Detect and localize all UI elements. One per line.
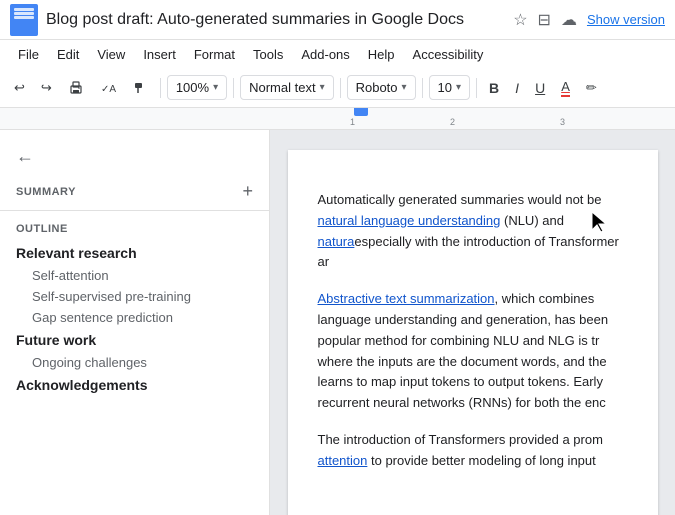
divider-5 — [476, 78, 477, 98]
doc-paragraph-2: Abstractive text summarization, which co… — [318, 289, 628, 414]
font-size-dropdown[interactable]: 10 ▾ — [429, 75, 471, 100]
svg-text:✓A: ✓A — [101, 84, 116, 95]
menu-edit[interactable]: Edit — [49, 44, 87, 65]
outline-item-ongoing-challenges[interactable]: Ongoing challenges — [0, 352, 269, 373]
summary-label: SUMMARY — [16, 186, 76, 198]
divider-4 — [422, 78, 423, 98]
sidebar-summary-row: SUMMARY + — [0, 173, 269, 211]
bold-button[interactable]: B — [483, 76, 505, 100]
sidebar-back-button[interactable]: ← — [0, 140, 269, 173]
doc-link-natura[interactable]: natura — [318, 234, 355, 249]
doc-paragraph-1: Automatically generated summaries would … — [318, 190, 628, 273]
underline-button[interactable]: U — [529, 76, 551, 100]
main-layout: ← SUMMARY + OUTLINE Relevant research Se… — [0, 130, 675, 515]
outline-item-relevant-research[interactable]: Relevant research — [0, 241, 269, 265]
menu-format[interactable]: Format — [186, 44, 243, 65]
ruler-cursor — [354, 108, 368, 116]
font-dropdown[interactable]: Roboto ▾ — [347, 75, 416, 100]
title-bar: Blog post draft: Auto-generated summarie… — [0, 0, 675, 40]
ruler-mark-3: 3 — [560, 108, 565, 129]
outline-item-self-attention[interactable]: Self-attention — [0, 265, 269, 286]
ruler: 1 2 3 — [0, 108, 675, 130]
doc-area: Automatically generated summaries would … — [270, 130, 675, 515]
doc-paragraph-3: The introduction of Transformers provide… — [318, 430, 628, 472]
undo-button[interactable]: ↩ — [8, 76, 31, 100]
redo-button[interactable]: ↪ — [35, 76, 58, 100]
toolbar: ↩ ↪ ✓A 100% ▾ Normal text ▾ Roboto ▾ 10 — [0, 68, 675, 108]
divider-3 — [340, 78, 341, 98]
folder-icon[interactable]: ⊟ — [538, 10, 551, 30]
zoom-chevron: ▾ — [213, 82, 218, 93]
sidebar-add-button[interactable]: + — [242, 181, 253, 202]
print-icon — [68, 80, 84, 96]
italic-button[interactable]: I — [509, 76, 525, 100]
doc-link-abstractive[interactable]: Abstractive text summarization — [318, 291, 495, 306]
menu-addons[interactable]: Add-ons — [293, 44, 357, 65]
menu-insert[interactable]: Insert — [135, 44, 184, 65]
spellcheck-button[interactable]: ✓A — [94, 76, 122, 100]
menu-view[interactable]: View — [89, 44, 133, 65]
doc-icon — [10, 4, 38, 36]
highlight-button[interactable]: ✏ — [580, 76, 603, 100]
doc-link-attention[interactable]: attention — [318, 453, 368, 468]
menu-accessibility[interactable]: Accessibility — [405, 44, 492, 65]
font-color-button[interactable]: A — [555, 75, 576, 101]
menu-bar: File Edit View Insert Format Tools Add-o… — [0, 40, 675, 68]
divider-2 — [233, 78, 234, 98]
show-version-link[interactable]: Show version — [587, 12, 665, 27]
spellcheck-icon: ✓A — [100, 80, 116, 96]
cloud-icon[interactable]: ☁ — [561, 10, 577, 30]
paint-icon — [132, 80, 148, 96]
outline-label: OUTLINE — [0, 211, 269, 241]
text-style-dropdown[interactable]: Normal text ▾ — [240, 75, 334, 100]
outline-item-self-supervised[interactable]: Self-supervised pre-training — [0, 286, 269, 307]
menu-file[interactable]: File — [10, 44, 47, 65]
outline-item-acknowledgements[interactable]: Acknowledgements — [0, 373, 269, 397]
zoom-dropdown[interactable]: 100% ▾ — [167, 75, 227, 100]
outline-item-gap-sentence[interactable]: Gap sentence prediction — [0, 307, 269, 328]
doc-page: Automatically generated summaries would … — [288, 150, 658, 515]
menu-tools[interactable]: Tools — [245, 44, 291, 65]
doc-link-nlu[interactable]: natural language understanding — [318, 213, 501, 228]
star-icon[interactable]: ☆ — [513, 10, 527, 30]
format-paint-button[interactable] — [126, 76, 154, 100]
outline-item-future-work[interactable]: Future work — [0, 328, 269, 352]
title-icons: ☆ ⊟ ☁ Show version — [513, 10, 665, 30]
menu-help[interactable]: Help — [360, 44, 403, 65]
print-button[interactable] — [62, 76, 90, 100]
font-chevron: ▾ — [402, 82, 407, 93]
ruler-mark-2: 2 — [450, 108, 455, 129]
font-size-chevron: ▾ — [456, 82, 461, 93]
divider-1 — [160, 78, 161, 98]
sidebar: ← SUMMARY + OUTLINE Relevant research Se… — [0, 130, 270, 515]
text-style-chevron: ▾ — [320, 82, 325, 93]
doc-title: Blog post draft: Auto-generated summarie… — [46, 11, 513, 29]
